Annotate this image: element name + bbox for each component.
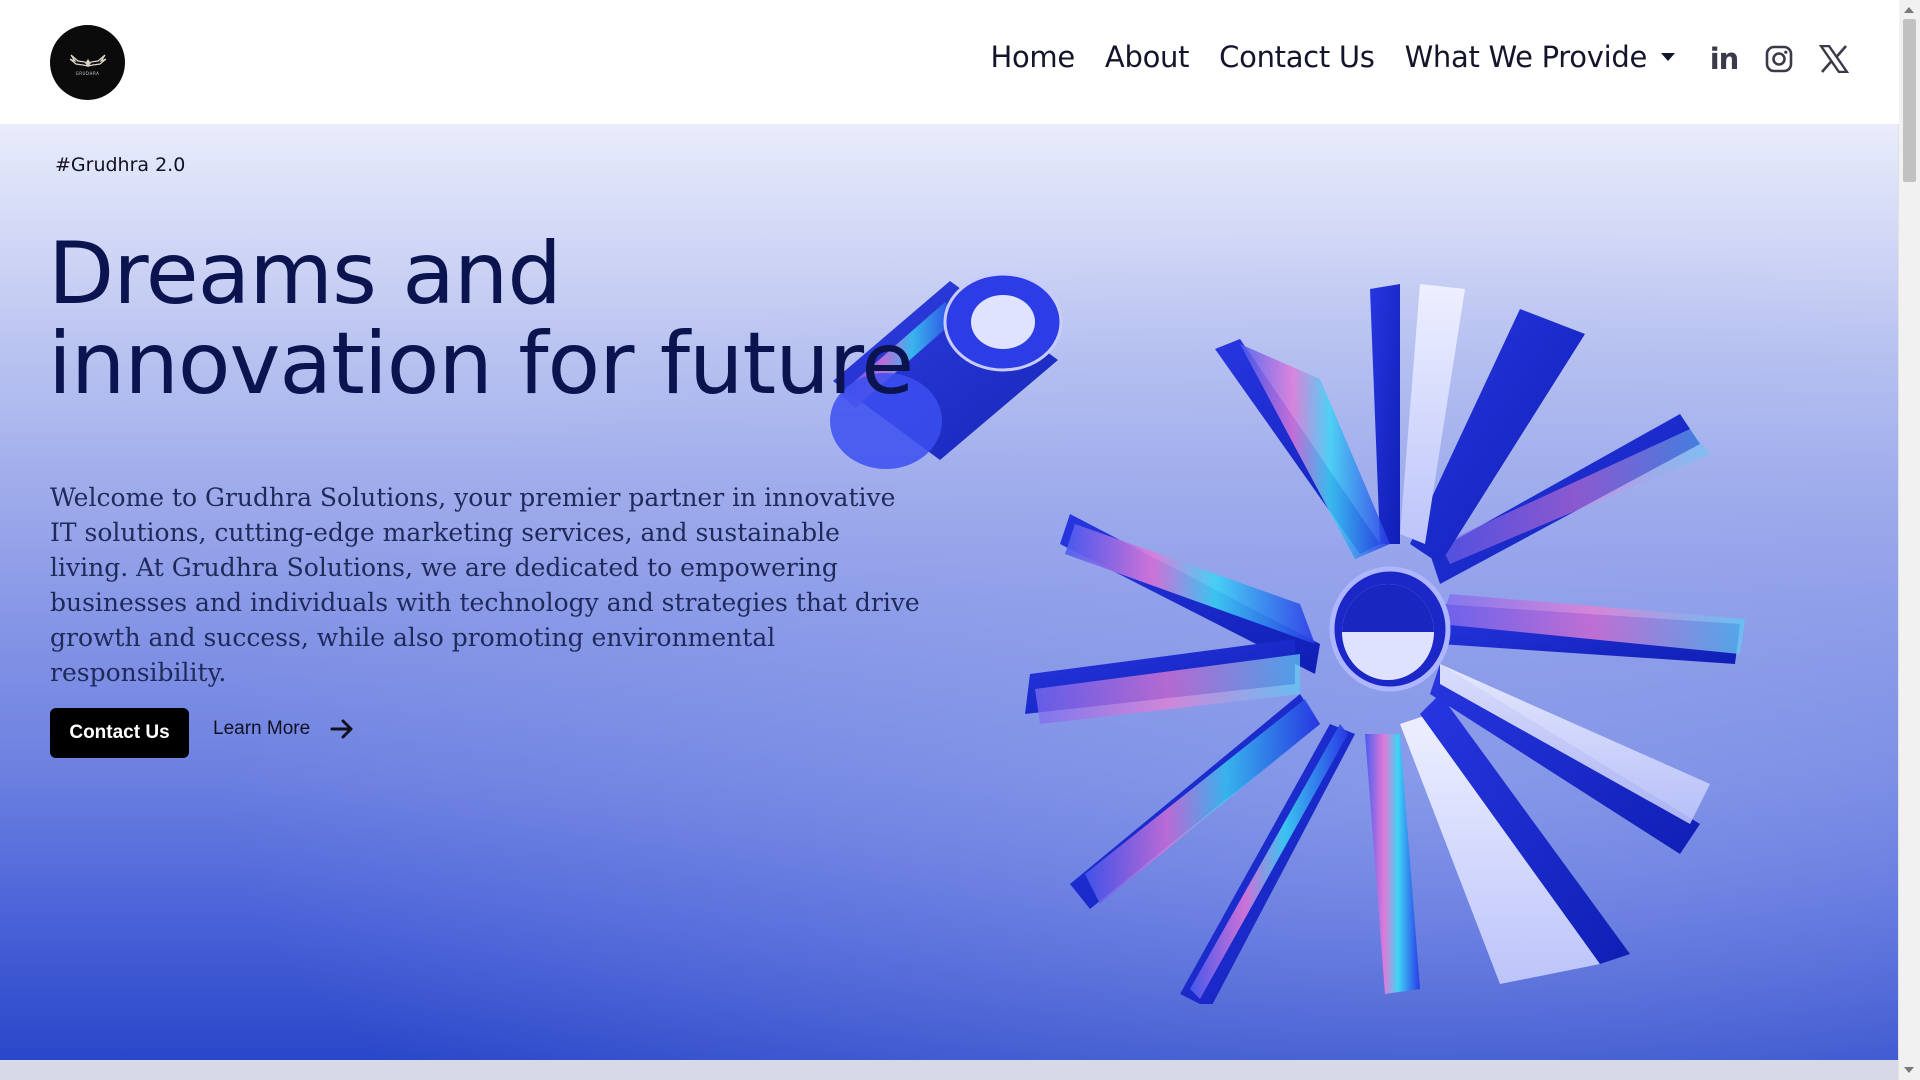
learn-more-label: Learn More xyxy=(213,718,311,739)
page-scrollbar[interactable] xyxy=(1898,0,1920,1080)
learn-more-link[interactable]: Learn More xyxy=(213,718,354,740)
iridescent-pinwheel-shape xyxy=(1025,284,1745,1004)
linkedin-glyph: in xyxy=(1709,42,1740,76)
scroll-down-icon[interactable] xyxy=(1904,1067,1914,1073)
linkedin-icon[interactable]: in xyxy=(1709,42,1740,76)
site-header: GRUDHRA Home About Contact Us What We Pr… xyxy=(0,0,1899,124)
nav-item-about[interactable]: About xyxy=(1105,40,1190,74)
x-icon[interactable] xyxy=(1819,44,1849,74)
hero-section: #Grudhra 2.0 Dreams and innovation for f… xyxy=(0,124,1899,1060)
brand-logo[interactable]: GRUDHRA xyxy=(50,25,125,100)
chevron-down-icon xyxy=(1661,53,1675,61)
logo-text: GRUDHRA xyxy=(75,70,100,76)
headline-line-2: innovation for future xyxy=(48,314,914,414)
nav-item-what-we-provide-label: What We Provide xyxy=(1404,40,1648,74)
next-section-edge xyxy=(0,1060,1899,1080)
scroll-thumb[interactable] xyxy=(1903,19,1916,182)
wings-icon xyxy=(69,54,106,67)
nav-item-contact-us[interactable]: Contact Us xyxy=(1219,40,1375,74)
contact-us-button[interactable]: Contact Us xyxy=(50,708,189,758)
arrow-right-icon xyxy=(330,719,353,739)
page-viewport: GRUDHRA Home About Contact Us What We Pr… xyxy=(0,0,1899,1080)
headline-line-1: Dreams and xyxy=(48,224,562,324)
scroll-up-icon[interactable] xyxy=(1904,7,1914,13)
main-nav: Home About Contact Us What We Provide xyxy=(990,40,1675,74)
hero-description: Welcome to Grudhra Solutions, your premi… xyxy=(50,483,920,687)
hero-headline: Dreams and innovation for future xyxy=(48,224,914,414)
nav-item-what-we-provide[interactable]: What We Provide xyxy=(1405,40,1675,74)
hero-3d-illustration xyxy=(830,272,1745,1004)
nav-item-home[interactable]: Home xyxy=(990,40,1075,74)
instagram-icon[interactable] xyxy=(1764,44,1794,74)
hero-tag: #Grudhra 2.0 xyxy=(55,154,186,176)
social-links: in xyxy=(1709,42,1849,76)
